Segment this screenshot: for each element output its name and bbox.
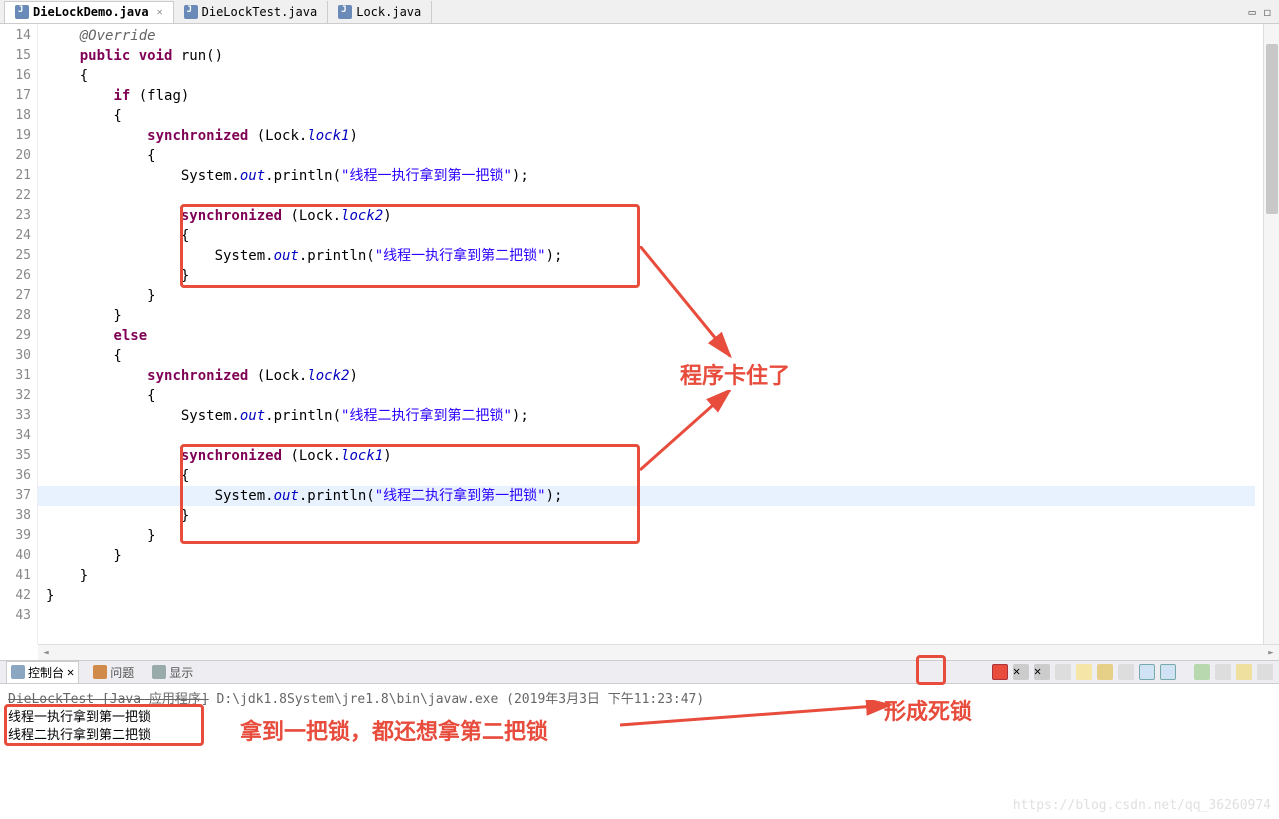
close-icon[interactable]: ✕: [67, 665, 74, 679]
scroll-lock-icon[interactable]: [1097, 664, 1113, 680]
open-console-icon[interactable]: [1160, 664, 1176, 680]
window-controls: ▭ ◻: [1249, 5, 1279, 19]
console-output[interactable]: DieLockTest [Java 应用程序] D:\jdk1.8System\…: [0, 684, 1279, 749]
remove-icon[interactable]: ✕: [1034, 664, 1050, 680]
maximize-panel-icon[interactable]: [1257, 664, 1273, 680]
line-number-gutter: 1415161718192021222324252627282930313233…: [0, 24, 38, 644]
clear-console-icon[interactable]: [1076, 664, 1092, 680]
editor-tabs: DieLockDemo.java✕DieLockTest.javaLock.ja…: [0, 0, 1279, 24]
display-selected-icon[interactable]: [1139, 664, 1155, 680]
terminate-button[interactable]: [992, 664, 1008, 680]
console-toolbar: ✕ ✕: [992, 664, 1273, 680]
scrollbar-thumb[interactable]: [1266, 44, 1278, 214]
horizontal-scrollbar[interactable]: ◄ ►: [38, 644, 1279, 660]
remove-all-icon[interactable]: ✕: [1013, 664, 1029, 680]
new-console-icon[interactable]: [1194, 664, 1210, 680]
watermark: https://blog.csdn.net/qq_36260974: [1013, 798, 1271, 813]
tab-display[interactable]: 显示: [148, 662, 197, 683]
tool-icon[interactable]: [1055, 664, 1071, 680]
minimize-icon[interactable]: ▭: [1249, 5, 1256, 19]
console-status: DieLockTest [Java 应用程序] D:\jdk1.8System\…: [8, 688, 1271, 707]
scroll-left-icon[interactable]: ◄: [38, 648, 54, 658]
vertical-scrollbar[interactable]: [1263, 24, 1279, 644]
bottom-panel-tabs: 控制台 ✕ 问题 显示 ✕ ✕: [0, 660, 1279, 684]
java-file-icon: [338, 5, 352, 19]
tab-dielockdemo-java[interactable]: DieLockDemo.java✕: [4, 1, 174, 23]
close-icon[interactable]: ✕: [157, 7, 163, 18]
scroll-right-icon[interactable]: ►: [1263, 648, 1279, 658]
minimize-panel-icon[interactable]: [1236, 664, 1252, 680]
tab-dielocktest-java[interactable]: DieLockTest.java: [174, 1, 329, 23]
tab-console[interactable]: 控制台 ✕: [6, 661, 79, 684]
maximize-icon[interactable]: ◻: [1264, 5, 1271, 19]
java-file-icon: [15, 5, 29, 19]
tab-problems[interactable]: 问题: [89, 662, 138, 683]
console-dropdown-icon[interactable]: [1215, 664, 1231, 680]
java-file-icon: [184, 5, 198, 19]
code-editor[interactable]: @Override public void run() { if (flag) …: [38, 24, 1263, 644]
editor-area: 1415161718192021222324252627282930313233…: [0, 24, 1279, 644]
tab-lock-java[interactable]: Lock.java: [328, 1, 432, 23]
pin-console-icon[interactable]: [1118, 664, 1134, 680]
